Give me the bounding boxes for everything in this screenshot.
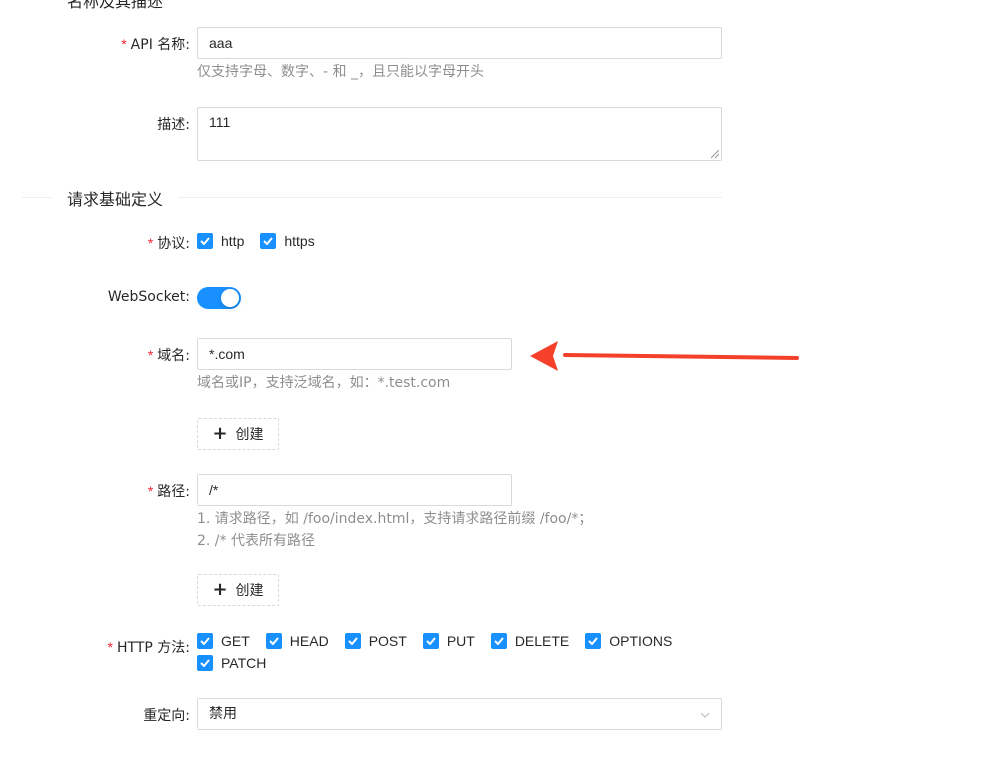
required-mark: * [147,235,154,251]
checkbox-label-options[interactable]: OPTIONS [609,633,672,649]
protocol-checkbox-group: http https [197,233,331,249]
check-icon [426,637,436,645]
domain-input[interactable]: *.com [197,338,512,370]
required-mark: * [147,347,154,363]
domain-label: * 域名: [147,347,190,364]
path-help-line2: 2. /* 代表所有路径 [197,533,315,549]
check-icon [200,237,210,245]
protocol-label: * 协议: [147,235,190,252]
check-icon [200,659,210,667]
protocol-label-text: 协议 [157,236,186,252]
description-label-text: 描述 [157,117,186,133]
http-methods-checkbox-group-row2: PATCH [197,655,282,671]
plus-icon: + [212,423,228,444]
checkbox-options[interactable] [585,633,602,649]
check-icon [347,637,358,645]
checkbox-label-patch[interactable]: PATCH [221,655,266,671]
checkbox-patch[interactable] [197,655,213,671]
checkbox-label-put[interactable]: PUT [447,633,475,649]
websocket-switch[interactable] [197,287,241,309]
section-divider-left [22,197,52,198]
checkbox-label-http[interactable]: http [221,233,244,249]
checkbox-post[interactable] [344,633,361,649]
description-value: 111 [209,114,231,130]
section-divider-right [178,197,722,198]
required-mark: * [121,36,127,52]
switch-knob [221,289,239,307]
checkbox-label-post[interactable]: POST [369,633,407,649]
websocket-label: WebSocket: [107,289,190,305]
checkbox-label-delete[interactable]: DELETE [515,633,569,649]
checkbox-delete[interactable] [490,633,507,649]
checkbox-head[interactable] [265,633,282,649]
annotation-arrow-icon [530,341,799,371]
redirect-label-text: 重定向 [143,708,186,724]
resize-grip-icon[interactable] [711,150,719,158]
path-label-text: 路径 [157,484,186,500]
path-create-button[interactable]: + 创建 [197,574,279,606]
redirect-label: 重定向: [143,708,190,724]
required-mark: * [107,639,113,655]
check-icon [200,637,210,645]
section-title-basic: 名称及其描述 [67,0,164,11]
path-input[interactable]: /* [197,474,512,506]
description-textarea[interactable]: 111 [197,107,722,161]
checkbox-label-get[interactable]: GET [221,633,250,649]
redirect-select[interactable]: 禁用 [197,698,722,730]
checkbox-label-head[interactable]: HEAD [290,633,329,649]
path-help-line1: 1. 请求路径，如 /foo/index.html，支持请求路径前缀 /foo/… [197,511,593,527]
description-label: 描述: [157,117,190,133]
checkbox-label-https[interactable]: https [284,233,314,249]
check-icon [263,237,274,245]
check-icon [588,637,599,645]
http-methods-label: * HTTP 方法: [107,639,190,656]
checkbox-get[interactable] [197,633,213,649]
plus-icon: + [212,579,228,600]
api-name-help: 仅支持字母、数字、- 和 _，且只能以字母开头 [197,64,484,80]
required-mark: * [147,483,154,499]
domain-create-button[interactable]: + 创建 [197,418,279,450]
domain-help: 域名或IP，支持泛域名，如：*.test.com [197,375,451,391]
api-name-input[interactable]: aaa [197,27,722,59]
http-methods-label-text: HTTP 方法 [117,640,186,656]
path-label: * 路径: [147,483,190,500]
websocket-label-text: WebSocket [107,289,186,305]
check-icon [494,637,504,645]
api-name-label: * API 名称: [121,36,190,53]
checkbox-http[interactable] [197,233,213,249]
api-name-label-text: API 名称 [130,37,186,53]
domain-label-text: 域名 [157,348,186,364]
path-create-label: 创建 [235,583,264,599]
check-icon [269,637,279,645]
http-methods-checkbox-group: GET HEAD POST PUT DELETE OPTIONS [197,633,688,649]
redirect-select-value: 禁用 [209,706,237,722]
section-title-request: 请求基础定义 [67,190,164,209]
checkbox-https[interactable] [260,233,277,249]
chevron-down-icon [700,712,710,718]
checkbox-put[interactable] [422,633,439,649]
domain-create-label: 创建 [235,427,264,443]
